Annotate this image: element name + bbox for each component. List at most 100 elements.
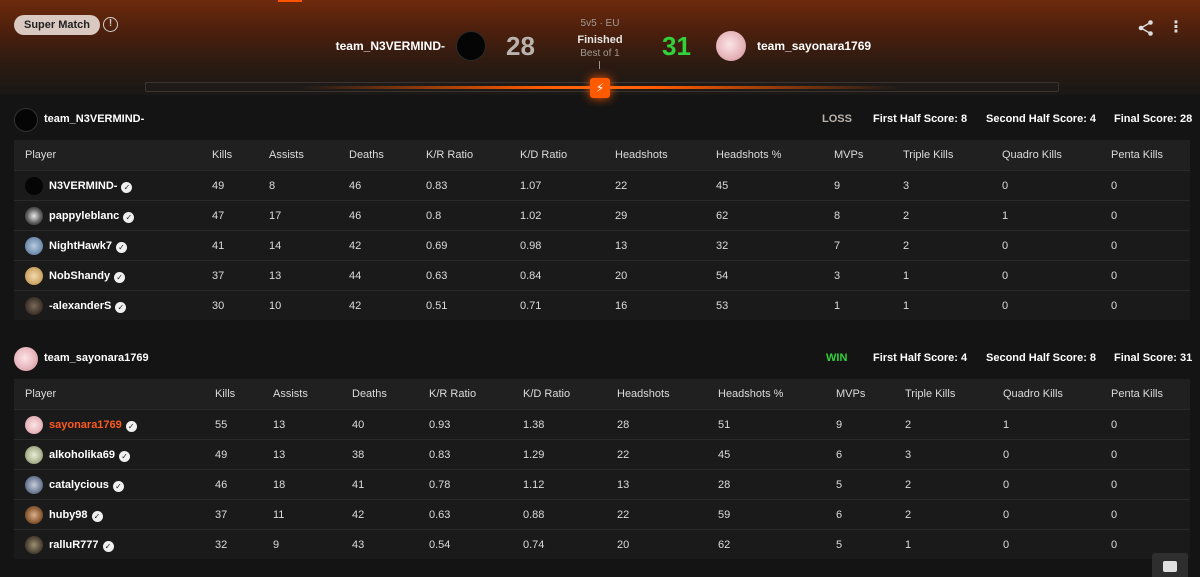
player-name-text: NobShandy bbox=[49, 270, 111, 282]
player-name[interactable]: pappyleblanc ✓ bbox=[49, 201, 135, 231]
player-avatar[interactable] bbox=[25, 177, 43, 195]
right-team-name[interactable]: team_sayonara1769 bbox=[757, 39, 871, 53]
player-name[interactable]: -alexanderS ✓ bbox=[49, 291, 127, 321]
player-avatar[interactable] bbox=[25, 267, 43, 285]
player-name[interactable]: ralluR777 ✓ bbox=[49, 530, 114, 560]
team-avatar[interactable] bbox=[14, 347, 38, 371]
table-header: Player Kills Assists Deaths K/R Ratio K/D Rat… bbox=[14, 140, 1190, 170]
column-header[interactable]: Headshots bbox=[615, 140, 668, 170]
team-name[interactable]: team_sayonara1769 bbox=[44, 352, 149, 364]
column-header[interactable]: MVPs bbox=[836, 379, 865, 409]
player-name[interactable]: sayonara1769 ✓ bbox=[49, 410, 137, 440]
table-row[interactable]: alkoholika69 ✓ 49 13 38 0.83 1.29 22 45 6 3 0 0 bbox=[14, 439, 1190, 469]
column-header[interactable]: Quadro Kills bbox=[1003, 379, 1063, 409]
table-row[interactable]: NightHawk7 ✓ 41 14 42 0.69 0.98 13 32 7 2 0 0 bbox=[14, 230, 1190, 260]
table-row[interactable]: huby98 ✓ 37 11 42 0.63 0.88 22 59 6 2 0 0 bbox=[14, 499, 1190, 529]
column-header[interactable]: K/D Ratio bbox=[520, 140, 567, 170]
chat-button[interactable] bbox=[1152, 553, 1188, 577]
column-header[interactable]: Triple Kills bbox=[903, 140, 953, 170]
stat-cell: 43 bbox=[352, 539, 365, 551]
stat-cell: 0.54 bbox=[429, 539, 451, 551]
column-header[interactable]: Headshots bbox=[617, 379, 670, 409]
player-name[interactable]: alkoholika69 ✓ bbox=[49, 440, 131, 470]
column-header[interactable]: Assists bbox=[269, 140, 304, 170]
player-name[interactable]: NobShandy ✓ bbox=[49, 261, 126, 291]
left-team-avatar[interactable] bbox=[456, 31, 486, 61]
table-row[interactable]: catalycious ✓ 46 18 41 0.78 1.12 13 28 5 2 0 0 bbox=[14, 469, 1190, 499]
team-bar: team_sayonara1769 WIN First Half Score: 4 S… bbox=[0, 339, 1200, 379]
stat-cell: 13 bbox=[273, 449, 286, 461]
player-avatar[interactable] bbox=[25, 446, 43, 464]
table-row[interactable]: -alexanderS ✓ 30 10 42 0.51 0.71 16 53 1 1 0 0 bbox=[14, 290, 1190, 320]
stat-cell: 0 bbox=[1111, 539, 1118, 551]
table-row[interactable]: pappyleblanc ✓ 47 17 46 0.8 1.02 29 62 8 2 1 0 bbox=[14, 200, 1190, 230]
column-header[interactable]: K/D Ratio bbox=[523, 379, 570, 409]
column-header[interactable]: Assists bbox=[273, 379, 308, 409]
stat-cell: 45 bbox=[716, 180, 729, 192]
player-avatar[interactable] bbox=[25, 536, 43, 554]
stat-cell: 0 bbox=[1003, 449, 1010, 461]
table-row[interactable]: ralluR777 ✓ 32 9 43 0.54 0.74 20 62 5 1 0 0 bbox=[14, 529, 1190, 559]
stat-cell: 62 bbox=[716, 210, 729, 222]
stat-cell: 0.78 bbox=[429, 479, 451, 491]
stat-cell: 22 bbox=[615, 180, 628, 192]
column-header[interactable]: Headshots % bbox=[716, 140, 781, 170]
column-header[interactable]: K/R Ratio bbox=[429, 379, 476, 409]
stat-cell: 13 bbox=[269, 270, 282, 282]
chat-icon bbox=[1163, 561, 1177, 572]
more-options-icon[interactable]: ⋮ bbox=[1168, 19, 1184, 37]
stat-cell: 0.63 bbox=[429, 509, 451, 521]
team-name[interactable]: team_N3VERMIND- bbox=[44, 113, 144, 125]
column-header[interactable]: Penta Kills bbox=[1111, 140, 1163, 170]
stat-cell: 9 bbox=[836, 419, 843, 431]
lightning-icon: ⚡ bbox=[590, 78, 610, 98]
player-name-text: alkoholika69 bbox=[49, 449, 116, 461]
column-header[interactable]: Kills bbox=[215, 379, 235, 409]
stat-cell: 22 bbox=[617, 449, 630, 461]
column-header[interactable]: Deaths bbox=[349, 140, 384, 170]
stat-cell: 0 bbox=[1002, 300, 1009, 312]
player-avatar[interactable] bbox=[25, 416, 43, 434]
table-row[interactable]: NobShandy ✓ 37 13 44 0.63 0.84 20 54 3 1 0 0 bbox=[14, 260, 1190, 290]
stat-cell: 45 bbox=[718, 449, 731, 461]
column-header[interactable]: Headshots % bbox=[718, 379, 783, 409]
info-icon[interactable]: ! bbox=[103, 17, 118, 32]
player-name[interactable]: N3VERMIND- ✓ bbox=[49, 171, 133, 201]
column-header[interactable]: Deaths bbox=[352, 379, 387, 409]
stat-cell: 0.8 bbox=[426, 210, 442, 222]
player-avatar[interactable] bbox=[25, 506, 43, 524]
column-header[interactable]: Kills bbox=[212, 140, 232, 170]
verified-icon: ✓ bbox=[115, 302, 127, 313]
player-avatar[interactable] bbox=[25, 297, 43, 315]
player-avatar[interactable] bbox=[25, 476, 43, 494]
stat-cell: 40 bbox=[352, 419, 365, 431]
stat-cell: 0.71 bbox=[520, 300, 542, 312]
super-match-badge: Super Match bbox=[14, 15, 101, 35]
right-team-avatar[interactable] bbox=[716, 31, 746, 61]
column-header[interactable]: Penta Kills bbox=[1111, 379, 1163, 409]
stat-cell: 42 bbox=[352, 509, 365, 521]
table-row[interactable]: sayonara1769 ✓ 55 13 40 0.93 1.38 28 51 9 2 1 0 bbox=[14, 409, 1190, 439]
player-name[interactable]: catalycious ✓ bbox=[49, 470, 124, 500]
player-name[interactable]: huby98 ✓ bbox=[49, 500, 103, 530]
team-avatar[interactable] bbox=[14, 108, 38, 132]
share-icon[interactable] bbox=[1137, 19, 1155, 37]
stat-cell: 1.38 bbox=[523, 419, 545, 431]
column-header[interactable]: Player bbox=[25, 379, 56, 409]
player-avatar[interactable] bbox=[25, 237, 43, 255]
column-header[interactable]: MVPs bbox=[834, 140, 863, 170]
column-header[interactable]: Quadro Kills bbox=[1002, 140, 1062, 170]
player-name[interactable]: NightHawk7 ✓ bbox=[49, 231, 127, 261]
table-row[interactable]: N3VERMIND- ✓ 49 8 46 0.83 1.07 22 45 9 3 0 0 bbox=[14, 170, 1190, 200]
stat-cell: 28 bbox=[617, 419, 630, 431]
column-header[interactable]: Triple Kills bbox=[905, 379, 955, 409]
stat-cell: 0.93 bbox=[429, 419, 451, 431]
player-avatar[interactable] bbox=[25, 207, 43, 225]
column-header[interactable]: K/R Ratio bbox=[426, 140, 473, 170]
stat-cell: 17 bbox=[269, 210, 282, 222]
left-team-name[interactable]: team_N3VERMIND- bbox=[336, 39, 445, 53]
stat-cell: 62 bbox=[718, 539, 731, 551]
stat-cell: 0 bbox=[1111, 449, 1118, 461]
first-half-score: First Half Score: 8 bbox=[873, 113, 968, 125]
column-header[interactable]: Player bbox=[25, 140, 56, 170]
